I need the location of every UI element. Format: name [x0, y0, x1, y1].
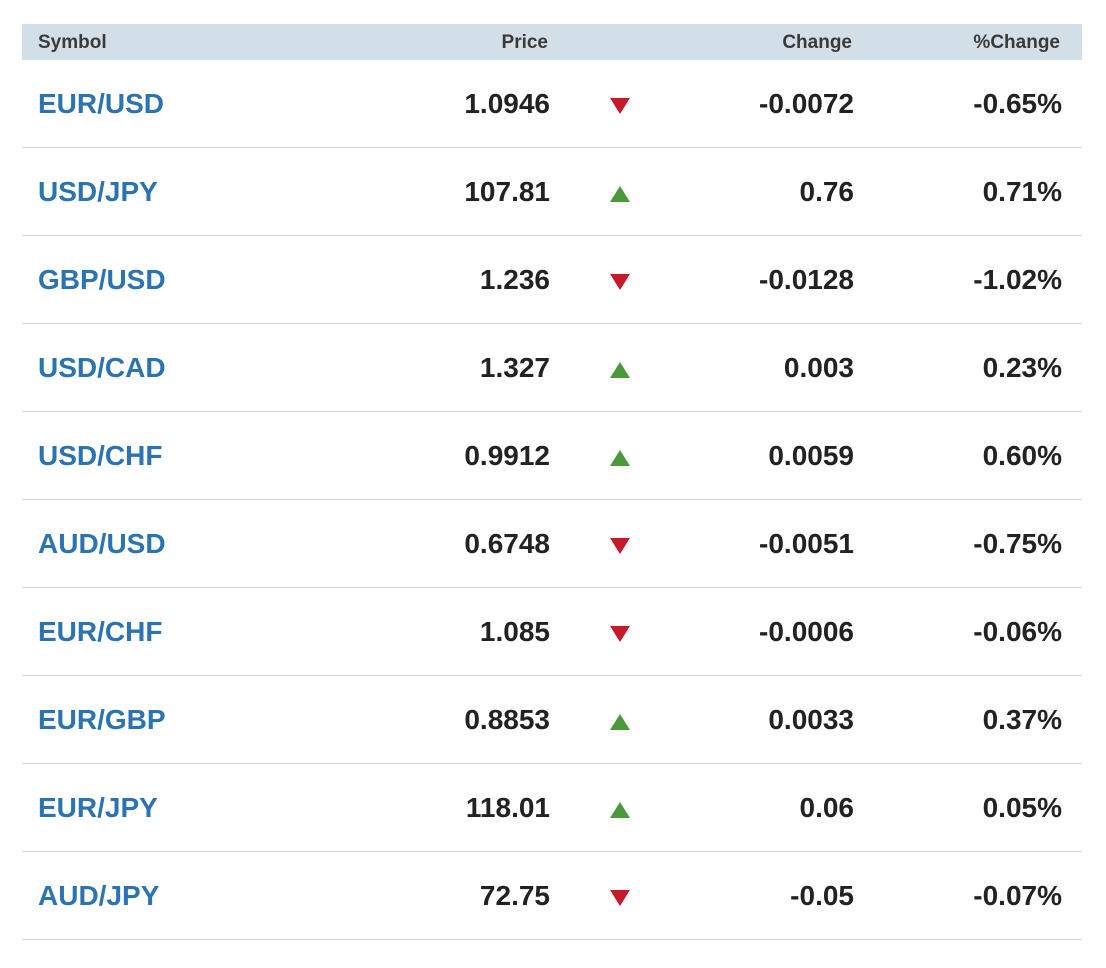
symbol-link[interactable]: USD/CHF — [38, 412, 162, 499]
symbol-link[interactable]: EUR/USD — [38, 60, 164, 147]
column-header-change[interactable]: Change — [782, 24, 852, 60]
table-row: EUR/USD 1.0946 -0.0072 -0.65% — [22, 60, 1082, 148]
pct-change-value: 0.37% — [982, 704, 1062, 735]
table-row: EUR/JPY 118.01 0.06 0.05% — [22, 764, 1082, 852]
arrow-down-icon — [610, 236, 630, 323]
price-value: 1.236 — [479, 264, 550, 295]
table-row: AUD/JPY 72.75 -0.05 -0.07% — [22, 852, 1082, 940]
change-value: 0.76 — [799, 176, 855, 207]
price-value: 1.327 — [479, 352, 550, 383]
table-header: Symbol Price Change %Change — [22, 24, 1082, 60]
table-row: USD/CHF 0.9912 0.0059 0.60% — [22, 412, 1082, 500]
price-value: 0.6748 — [464, 528, 550, 559]
symbol-link[interactable]: USD/JPY — [38, 148, 158, 235]
table-row: EUR/CHF 1.085 -0.0006 -0.06% — [22, 588, 1082, 676]
change-value: 0.06 — [799, 792, 855, 823]
change-value: -0.0006 — [759, 616, 854, 647]
symbol-link[interactable]: EUR/CHF — [38, 588, 162, 675]
pct-change-value: 0.71% — [982, 176, 1062, 207]
column-header-price[interactable]: Price — [502, 24, 548, 60]
arrow-down-icon — [610, 588, 630, 675]
change-value: 0.003 — [783, 352, 854, 383]
change-value: 0.0033 — [768, 704, 854, 735]
price-value: 0.8853 — [464, 704, 550, 735]
table-row: GBP/USD 1.236 -0.0128 -1.02% — [22, 236, 1082, 324]
table-body: EUR/USD 1.0946 -0.0072 -0.65% USD/JPY 10… — [22, 60, 1082, 940]
change-value: -0.0072 — [759, 88, 854, 119]
pct-change-value: 0.05% — [982, 792, 1062, 823]
symbol-link[interactable]: USD/CAD — [38, 324, 166, 411]
table-row: AUD/USD 0.6748 -0.0051 -0.75% — [22, 500, 1082, 588]
column-header-symbol[interactable]: Symbol — [38, 24, 107, 60]
pct-change-value: 0.60% — [982, 440, 1062, 471]
arrow-up-icon — [610, 324, 630, 411]
symbol-link[interactable]: AUD/JPY — [38, 852, 159, 939]
symbol-link[interactable]: EUR/GBP — [38, 676, 166, 763]
arrow-up-icon — [610, 764, 630, 851]
table-row: USD/CAD 1.327 0.003 0.23% — [22, 324, 1082, 412]
change-value: 0.0059 — [768, 440, 854, 471]
column-header-pct-change[interactable]: %Change — [973, 24, 1060, 60]
table-row: EUR/GBP 0.8853 0.0033 0.37% — [22, 676, 1082, 764]
symbol-link[interactable]: GBP/USD — [38, 236, 166, 323]
price-value: 107.81 — [464, 176, 550, 207]
arrow-down-icon — [610, 60, 630, 147]
price-value: 0.9912 — [464, 440, 550, 471]
symbol-link[interactable]: AUD/USD — [38, 500, 166, 587]
pct-change-value: -0.65% — [973, 88, 1062, 119]
arrow-down-icon — [610, 852, 630, 939]
symbol-link[interactable]: EUR/JPY — [38, 764, 158, 851]
pct-change-value: -0.75% — [973, 528, 1062, 559]
pct-change-value: -0.06% — [973, 616, 1062, 647]
pct-change-value: -1.02% — [973, 264, 1062, 295]
price-value: 118.01 — [465, 792, 550, 823]
pct-change-value: -0.07% — [973, 880, 1062, 911]
currency-quotes-table: Symbol Price Change %Change EUR/USD 1.09… — [22, 24, 1082, 940]
change-value: -0.0051 — [759, 528, 854, 559]
arrow-up-icon — [610, 148, 630, 235]
arrow-up-icon — [610, 676, 630, 763]
arrow-up-icon — [610, 412, 630, 499]
change-value: -0.0128 — [759, 264, 854, 295]
price-value: 72.75 — [479, 880, 550, 911]
table-row: USD/JPY 107.81 0.76 0.71% — [22, 148, 1082, 236]
pct-change-value: 0.23% — [982, 352, 1062, 383]
change-value: -0.05 — [790, 880, 854, 911]
price-value: 1.085 — [479, 616, 550, 647]
arrow-down-icon — [610, 500, 630, 587]
price-value: 1.0946 — [464, 88, 550, 119]
